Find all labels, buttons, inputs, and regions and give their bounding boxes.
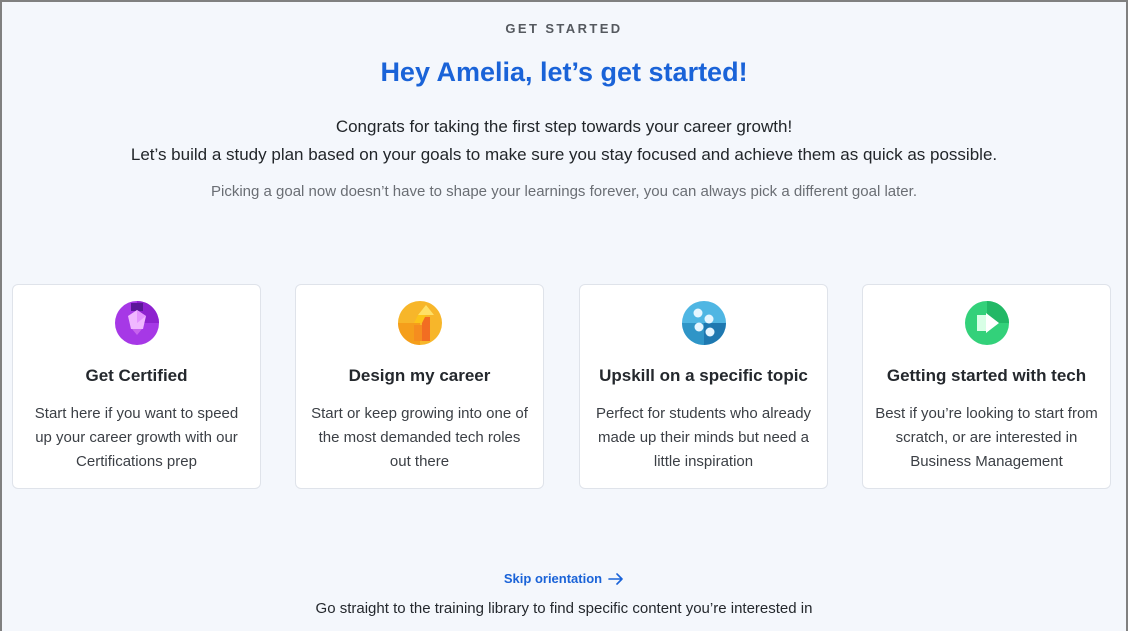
goal-card-description: Best if you’re looking to start from scr…: [875, 405, 1098, 470]
goal-card-getting-started-tech[interactable]: Getting started with tech Best if you’re…: [862, 284, 1111, 489]
page-title: Hey Amelia, let’s get started!: [380, 57, 748, 87]
intro-line-1: Congrats for taking the first step towar…: [335, 117, 793, 136]
orientation-page: GET STARTED Hey Amelia, let’s get starte…: [2, 2, 1126, 631]
goal-card-title: Upskill on a specific topic: [599, 366, 808, 385]
certification-badge-icon: [114, 301, 159, 345]
goal-card-description: Perfect for students who already made up…: [595, 405, 812, 470]
skip-orientation-description: Go straight to the training library to f…: [315, 600, 813, 617]
topic-dots-icon: [681, 301, 726, 345]
skip-orientation-link[interactable]: Skip orientation: [2, 571, 1126, 586]
career-arrow-icon: [397, 301, 442, 345]
goal-card-description: Start or keep growing into one of the mo…: [311, 405, 528, 470]
skip-orientation-label: Skip orientation: [503, 571, 603, 586]
arrow-right-icon: [608, 572, 623, 585]
play-icon: [964, 301, 1009, 345]
intro-text: Congrats for taking the first step towar…: [2, 113, 1126, 169]
goal-card-description: Start here if you want to speed up your …: [34, 405, 239, 470]
intro-line-2: Let’s build a study plan based on your g…: [130, 145, 998, 164]
goal-card-get-certified[interactable]: Get Certified Start here if you want to …: [12, 284, 261, 489]
goal-card-title: Get Certified: [85, 366, 188, 385]
goal-note: Picking a goal now doesn’t have to shape…: [211, 183, 917, 200]
page-eyebrow: GET STARTED: [505, 21, 623, 36]
goal-card-upskill-topic[interactable]: Upskill on a specific topic Perfect for …: [579, 284, 828, 489]
goal-card-title: Getting started with tech: [886, 366, 1087, 385]
goal-card-title: Design my career: [348, 366, 491, 385]
goal-card-design-career[interactable]: Design my career Start or keep growing i…: [295, 284, 544, 489]
